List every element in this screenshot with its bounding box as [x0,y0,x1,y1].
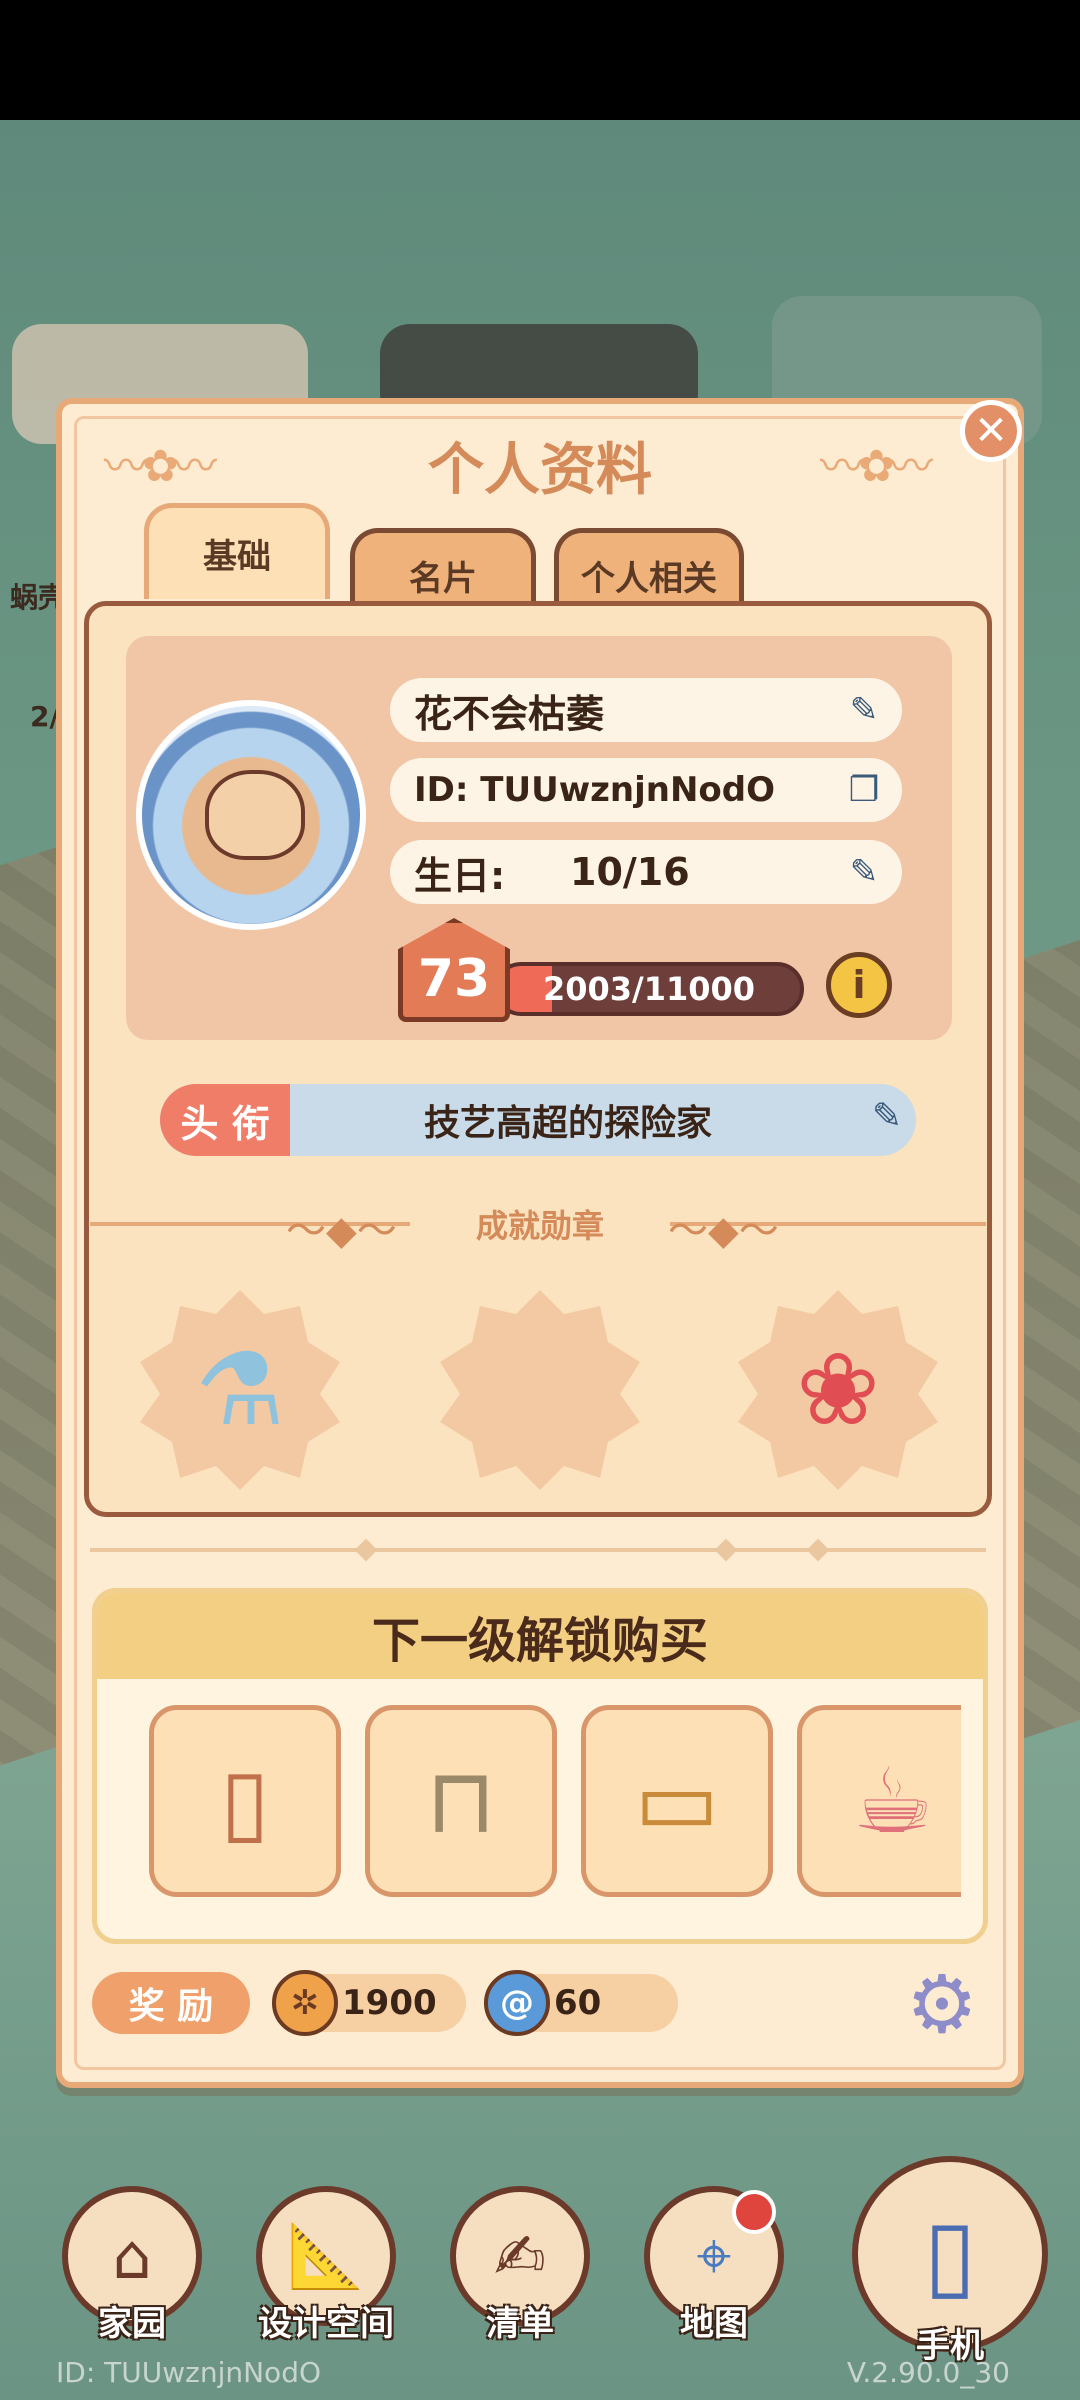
gem-reward: @ 60 [484,1970,678,2036]
left-ornament: 〰✿〰 [104,441,217,492]
tab-basic[interactable]: 基础 [144,503,330,599]
notification-dot [732,2190,776,2234]
title-tag: 头 衔 [160,1084,290,1156]
footer-version: V.2.90.0_30 [846,2356,1010,2389]
table-icon: ⊓ [425,1748,497,1854]
medal-badge [440,1290,640,1490]
birthday-label: 生日: [414,853,506,898]
phone-icon: ▯ [923,2198,977,2310]
close-icon: ✕ [974,408,1008,454]
divider-ornament-right: 〜◆〜 [668,1208,779,1254]
map-pin-icon: ⌖ [696,2219,732,2292]
flower-pot-medal[interactable]: ❀ [738,1290,938,1490]
panel-title: 个人资料 [428,438,652,503]
mug-icon: ☕ [852,1748,934,1854]
scroll-painting-icon: ▯ [220,1748,270,1854]
copy-id-icon[interactable]: ❐ [842,768,886,812]
player-id: ID: TUUwznjnNodO [414,770,776,810]
coin-icon: ✲ [272,1970,338,2036]
id-pill: ID: TUUwznjnNodO ❐ [390,758,902,822]
unlock-divider [90,1548,986,1552]
unlock-item-bed[interactable]: ▭ [581,1705,773,1897]
edit-birthday-icon[interactable]: ✎ [842,850,886,894]
nav-home-label: 家园 [98,2304,166,2344]
unlock-item-hanging-scroll[interactable]: ▯ [149,1705,341,1897]
swirl-gem-icon: @ [484,1970,550,2036]
house-icon: ⌂ [112,2219,152,2293]
edit-name-icon[interactable]: ✎ [842,688,886,732]
xp-bar: 2003/11000 [494,962,804,1016]
gem-amount: 60 [554,1983,602,2023]
flower-pot-icon: ❀ [796,1331,880,1448]
avatar-pet-icon [205,770,305,860]
unlock-item-mug[interactable]: ☕ [797,1705,961,1897]
coin-amount: 1900 [342,1983,437,2023]
name-pill: 花不会枯萎 ✎ [390,678,902,742]
unlock-items-scroller[interactable]: ▯ ⊓ ▭ ☕ [149,1705,961,1905]
footer-player-id: ID: TUUwznjnNodO [56,2356,322,2389]
achievements-label: 成就勋章 [410,1196,670,1252]
close-button[interactable]: ✕ [960,400,1022,462]
next-level-unlock-panel: 下一级解锁购买 ▯ ⊓ ▭ ☕ [92,1588,988,1944]
nav-map-label: 地图 [680,2304,748,2344]
nav-design-label: 设计空间 [258,2304,394,2344]
nav-list-label: 清单 [486,2304,554,2344]
coin-reward: ✲ 1900 [272,1970,466,2036]
gear-icon[interactable]: ⚙ [900,1958,984,2051]
birthday-value: 10/16 [570,850,690,894]
flask-icon: ⚗ [195,1331,285,1448]
checklist-icon: ✍ [494,2219,546,2293]
ruler-icon: 📐 [287,2219,365,2292]
title-value: 技艺高超的探险家 [423,1103,712,1144]
info-icon[interactable]: i [826,952,892,1018]
edit-title-icon[interactable]: ✎ [872,1096,902,1137]
title-row: 头 衔 技艺高超的探险家 ✎ [160,1084,916,1156]
player-name: 花不会枯萎 [414,691,605,736]
unlock-header: 下一级解锁购买 [97,1593,983,1679]
xp-text: 2003/11000 [542,970,756,1008]
reward-label: 奖 励 [92,1972,250,2034]
paw-medal[interactable]: ✿ [440,1290,640,1490]
right-ornament: 〰✿〰 [820,441,933,492]
divider-ornament-left: 〜◆〜 [286,1208,397,1254]
status-bar [0,0,1080,120]
bed-icon: ▭ [634,1748,720,1854]
flask-medal[interactable]: ⚗ [140,1290,340,1490]
unlock-item-draped-table[interactable]: ⊓ [365,1705,557,1897]
birthday-pill: 生日: 10/16 ✎ [390,840,902,904]
